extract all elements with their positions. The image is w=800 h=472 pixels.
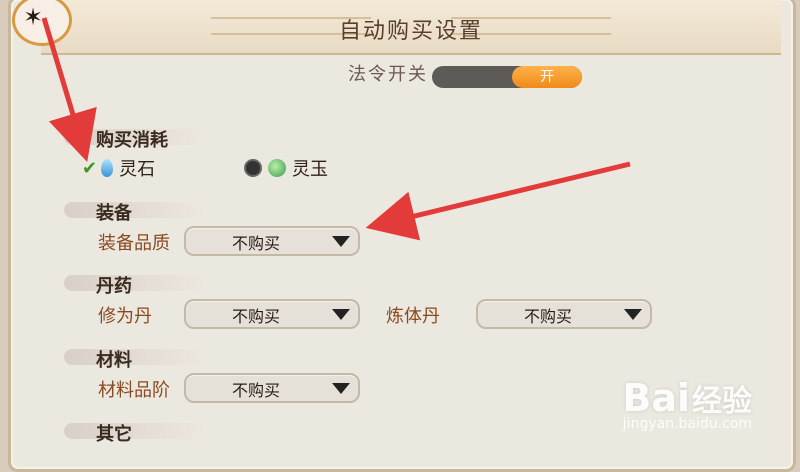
dropdown-arrow-icon bbox=[332, 383, 350, 394]
equip-quality-label: 装备品质 bbox=[98, 233, 170, 254]
lianti-dan-label: 炼体丹 bbox=[386, 306, 440, 327]
section-title: 其它 bbox=[96, 424, 132, 445]
dropdown-value: 不购买 bbox=[231, 307, 280, 326]
baidu-watermark-url: jingyan.baidu.com bbox=[622, 416, 752, 432]
dropdown-arrow-icon bbox=[332, 309, 350, 320]
dropdown-value: 不购买 bbox=[231, 234, 280, 253]
title-bar: 自动购买设置 bbox=[41, 0, 781, 55]
material-rank-dropdown[interactable]: 不购买 bbox=[184, 373, 360, 403]
dropdown-value: 不购买 bbox=[523, 307, 572, 326]
section-swirl-decoration bbox=[64, 202, 204, 218]
spirit-stone-icon bbox=[101, 159, 114, 177]
xiuwei-dan-dropdown[interactable]: 不购买 bbox=[184, 299, 360, 329]
window-title: 自动购买设置 bbox=[338, 19, 483, 44]
consume-option-lingshi[interactable]: ✔ 灵石 bbox=[82, 156, 156, 181]
section-pill: 丹药 bbox=[64, 268, 204, 298]
baidu-watermark: Bai经验 bbox=[622, 376, 752, 420]
toggle-knob: 开 bbox=[512, 66, 582, 88]
radio-unselected-icon bbox=[244, 159, 262, 177]
option-label: 灵石 bbox=[119, 159, 156, 180]
switch-label: 法令开关 bbox=[348, 64, 428, 82]
section-equipment: 装备 bbox=[64, 195, 204, 225]
section-title: 丹药 bbox=[96, 276, 132, 297]
xiuwei-dan-label: 修为丹 bbox=[98, 306, 152, 327]
section-swirl-decoration bbox=[64, 423, 204, 439]
material-rank-label: 材料品阶 bbox=[98, 380, 170, 401]
spirit-jade-icon bbox=[268, 159, 286, 177]
option-label: 灵玉 bbox=[292, 159, 328, 180]
section-consume: 购买消耗 bbox=[64, 122, 204, 152]
mode-toggle[interactable]: 开 bbox=[432, 66, 582, 88]
consume-option-lingyu[interactable]: 灵玉 bbox=[244, 156, 328, 180]
section-material: 材料 bbox=[64, 342, 204, 372]
equip-quality-dropdown[interactable]: 不购买 bbox=[184, 226, 360, 256]
section-swirl-decoration bbox=[64, 349, 204, 365]
lianti-dan-dropdown[interactable]: 不购买 bbox=[476, 299, 652, 329]
dropdown-arrow-icon bbox=[332, 236, 350, 247]
character-icon: ✶ bbox=[23, 3, 44, 31]
dropdown-arrow-icon bbox=[624, 309, 642, 320]
section-title: 购买消耗 bbox=[96, 130, 168, 151]
section-title: 装备 bbox=[96, 203, 132, 224]
checkmark-icon: ✔ bbox=[82, 157, 98, 179]
section-title: 材料 bbox=[96, 350, 132, 371]
section-other: 其它 bbox=[64, 416, 204, 446]
section-swirl-decoration bbox=[64, 275, 204, 291]
dropdown-value: 不购买 bbox=[231, 381, 280, 400]
